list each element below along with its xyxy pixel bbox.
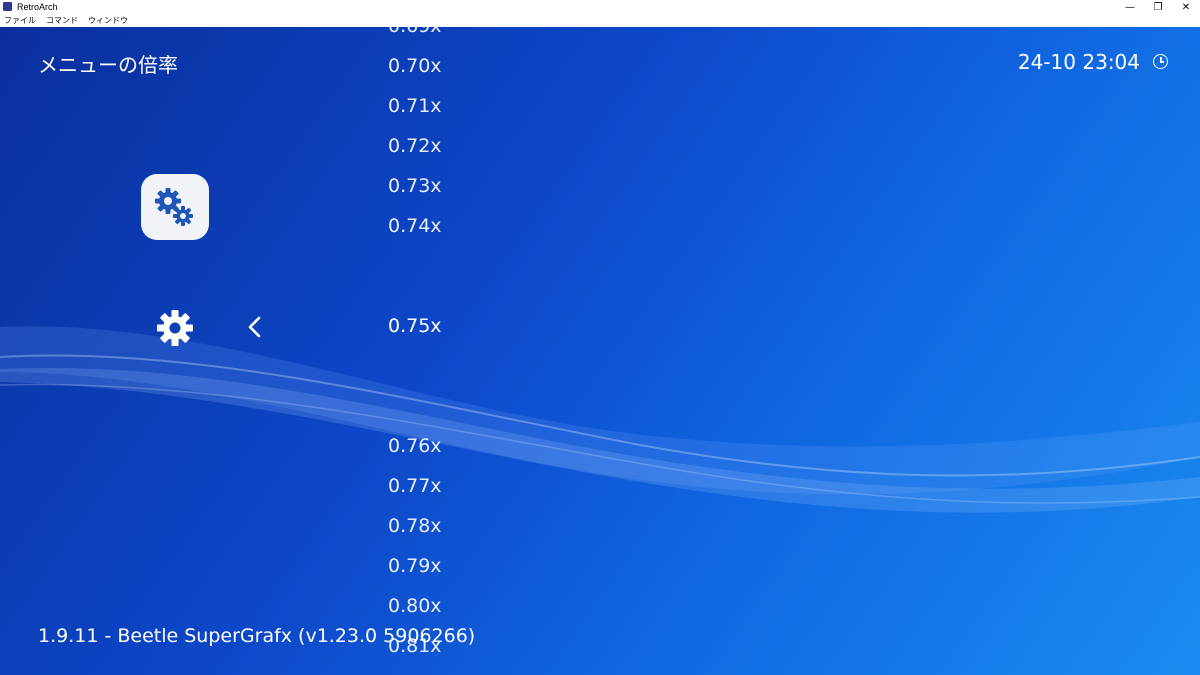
core-version-footer: 1.9.11 - Beetle SuperGrafx (v1.23.0 5906… [38,625,476,647]
minimize-button[interactable]: — [1116,0,1144,14]
page-title: メニューの倍率 [38,53,178,77]
list-item[interactable]: 0.79x [388,555,442,577]
close-button[interactable]: ✕ [1172,0,1200,14]
retroarch-viewport: メニューの倍率 24-10 23:04 0.70x 0.71x 0.72x 0.… [0,27,1200,675]
list-item[interactable]: 0.74x [388,215,442,237]
background-wave [0,326,1200,513]
window-controls: — ❐ ✕ [1116,0,1200,14]
window-title: RetroArch [17,2,58,12]
chevron-left-icon[interactable] [245,315,265,339]
clock-icon [1153,54,1168,69]
list-item[interactable]: 0.72x [388,135,442,157]
window-titlebar: RetroArch — ❐ ✕ [0,0,1200,14]
list-item[interactable]: 0.78x [388,515,442,537]
list-item[interactable]: 0.76x [388,435,442,457]
list-item[interactable]: 0.71x [388,95,442,117]
list-item[interactable]: 0.77x [388,475,442,497]
restore-button[interactable]: ❐ [1144,0,1172,14]
settings-category-tile[interactable] [141,174,209,240]
menu-window[interactable]: ウィンドウ [88,14,128,27]
clock-text: 24-10 23:04 [1017,50,1140,74]
retroarch-app-icon [3,2,12,11]
list-item[interactable]: 0.80x [388,595,442,617]
menu-file[interactable]: ファイル [4,14,36,27]
list-item[interactable]: 0.73x [388,175,442,197]
list-item[interactable]: 0.69x [388,27,442,37]
menu-command[interactable]: コマンド [46,14,78,27]
menu-bar: ファイル コマンド ウィンドウ [0,14,1200,27]
selected-list-item[interactable]: 0.75x [388,315,442,337]
gear-icon[interactable] [155,308,195,348]
settings-gears-icon [155,188,193,226]
list-item[interactable]: 0.70x [388,55,442,77]
